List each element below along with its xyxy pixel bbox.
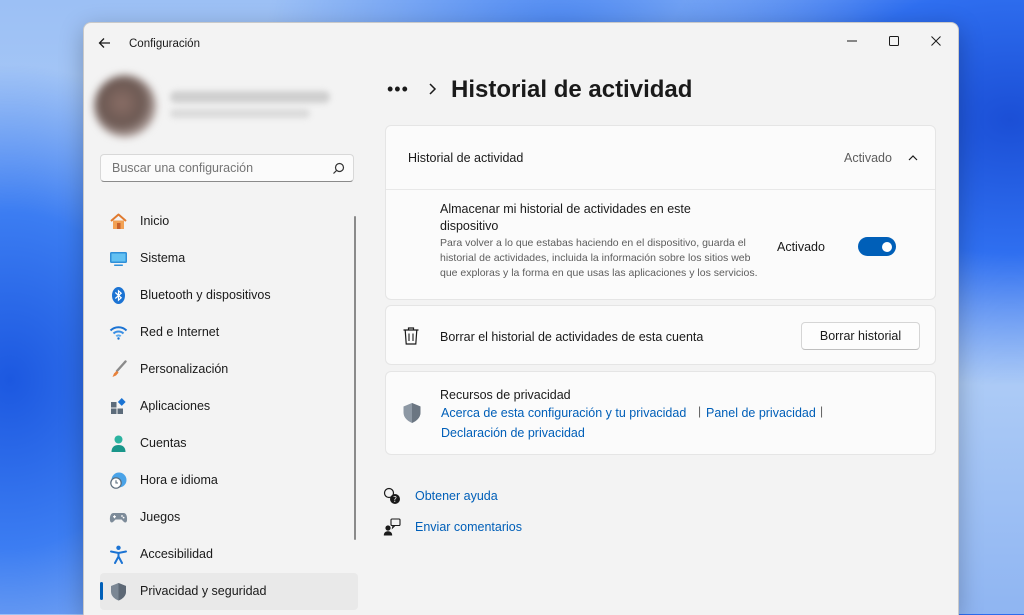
sidebar-item-hora[interactable]: Hora e idioma	[100, 462, 358, 499]
search-icon[interactable]	[332, 162, 345, 175]
sidebar-item-label: Aplicaciones	[140, 399, 211, 413]
app-title: Configuración	[129, 38, 200, 50]
activity-history-card: Historial de actividad Activado Almacena…	[385, 125, 936, 300]
sidebar-item-aplicaciones[interactable]: Aplicaciones	[100, 388, 358, 425]
sidebar-item-label: Bluetooth y dispositivos	[140, 288, 271, 302]
close-icon[interactable]	[924, 29, 948, 53]
sidebar-nav: Inicio Sistema Bluetooth y dispositivos	[100, 203, 358, 610]
sidebar-item-label: Red e Internet	[140, 325, 220, 339]
search-box	[100, 154, 354, 182]
blurred-username	[170, 91, 330, 103]
page-title: Historial de actividad	[451, 76, 693, 103]
feedback-icon	[383, 518, 401, 536]
svg-text:?: ?	[393, 495, 397, 504]
sidebar-item-label: Cuentas	[140, 436, 187, 450]
accessibility-icon	[110, 545, 127, 564]
clear-history-button[interactable]: Borrar historial	[801, 322, 920, 350]
minimize-icon[interactable]	[840, 29, 864, 53]
privacy-resources-card: Recursos de privacidad Acerca de esta co…	[385, 371, 936, 455]
privacy-statement-link[interactable]: Declaración de privacidad	[441, 426, 585, 440]
brush-icon	[112, 360, 127, 377]
person-icon	[111, 435, 126, 452]
title-bar: Configuración	[84, 23, 958, 63]
breadcrumb-overflow[interactable]: •••	[387, 79, 409, 100]
clear-history-text: Borrar el historial de actividades de es…	[440, 330, 704, 344]
sidebar-scrollbar[interactable]	[354, 216, 356, 540]
monitor-icon	[110, 252, 127, 266]
privacy-dashboard-link[interactable]: Panel de privacidad	[706, 406, 816, 420]
back-arrow-icon[interactable]	[94, 32, 116, 54]
activity-history-header[interactable]: Historial de actividad Activado	[386, 126, 935, 190]
chevron-right-icon	[429, 83, 437, 95]
sidebar-item-juegos[interactable]: Juegos	[100, 499, 358, 536]
clock-globe-icon	[110, 472, 127, 489]
sidebar-item-label: Juegos	[140, 510, 181, 524]
get-help-link[interactable]: Obtener ayuda	[415, 489, 498, 503]
privacy-resources-title: Recursos de privacidad	[440, 388, 571, 402]
sidebar-item-privacidad[interactable]: Privacidad y seguridad	[100, 573, 358, 610]
sidebar-item-personalizacion[interactable]: Personalización	[100, 351, 358, 388]
feedback-row[interactable]: Enviar comentarios	[383, 516, 623, 538]
blurred-email	[170, 109, 310, 118]
sidebar-item-red[interactable]: Red e Internet	[100, 314, 358, 351]
trash-icon	[403, 327, 419, 345]
store-history-toggle[interactable]	[858, 237, 896, 256]
card-title: Historial de actividad	[408, 151, 524, 165]
sidebar-item-bluetooth[interactable]: Bluetooth y dispositivos	[100, 277, 358, 314]
card-status: Activado	[844, 151, 892, 165]
wifi-icon	[109, 326, 128, 340]
sidebar-item-label: Privacidad y seguridad	[140, 584, 267, 598]
feedback-link[interactable]: Enviar comentarios	[415, 520, 522, 534]
link-separator: |	[820, 404, 824, 418]
apps-icon	[111, 398, 126, 414]
toggle-label: Activado	[777, 240, 825, 254]
setting-title: Almacenar mi historial de actividades en…	[440, 202, 691, 233]
sidebar-item-accesibilidad[interactable]: Accesibilidad	[100, 536, 358, 573]
sidebar-item-label: Inicio	[140, 214, 170, 228]
sidebar-item-cuentas[interactable]: Cuentas	[100, 425, 358, 462]
sidebar-item-label: Personalización	[140, 362, 229, 376]
link-separator: |	[698, 404, 702, 418]
gamepad-icon	[109, 513, 128, 523]
settings-window: Configuración Inicio	[83, 22, 959, 615]
sidebar-item-sistema[interactable]: Sistema	[100, 240, 358, 277]
avatar	[94, 75, 156, 137]
about-privacy-link[interactable]: Acerca de esta configuración y tu privac…	[441, 406, 686, 420]
search-input[interactable]	[110, 160, 324, 176]
help-icon: ?	[383, 487, 400, 504]
maximize-icon[interactable]	[882, 29, 906, 53]
shield-icon	[111, 583, 126, 601]
sidebar-item-label: Accesibilidad	[140, 547, 213, 561]
sidebar-item-inicio[interactable]: Inicio	[100, 203, 358, 240]
get-help-row[interactable]: ? Obtener ayuda	[383, 485, 623, 507]
setting-description: Para volver a lo que estabas haciendo en…	[440, 237, 758, 279]
toggle-knob	[882, 241, 892, 252]
privacy-shield-icon	[403, 403, 421, 423]
home-icon	[110, 213, 127, 229]
sidebar-item-label: Sistema	[140, 251, 186, 265]
chevron-up-icon[interactable]	[906, 152, 920, 164]
bluetooth-icon	[112, 287, 125, 304]
user-profile[interactable]	[90, 71, 350, 143]
clear-history-card: Borrar el historial de actividades de es…	[385, 305, 936, 365]
sidebar-item-label: Hora e idioma	[140, 473, 218, 487]
